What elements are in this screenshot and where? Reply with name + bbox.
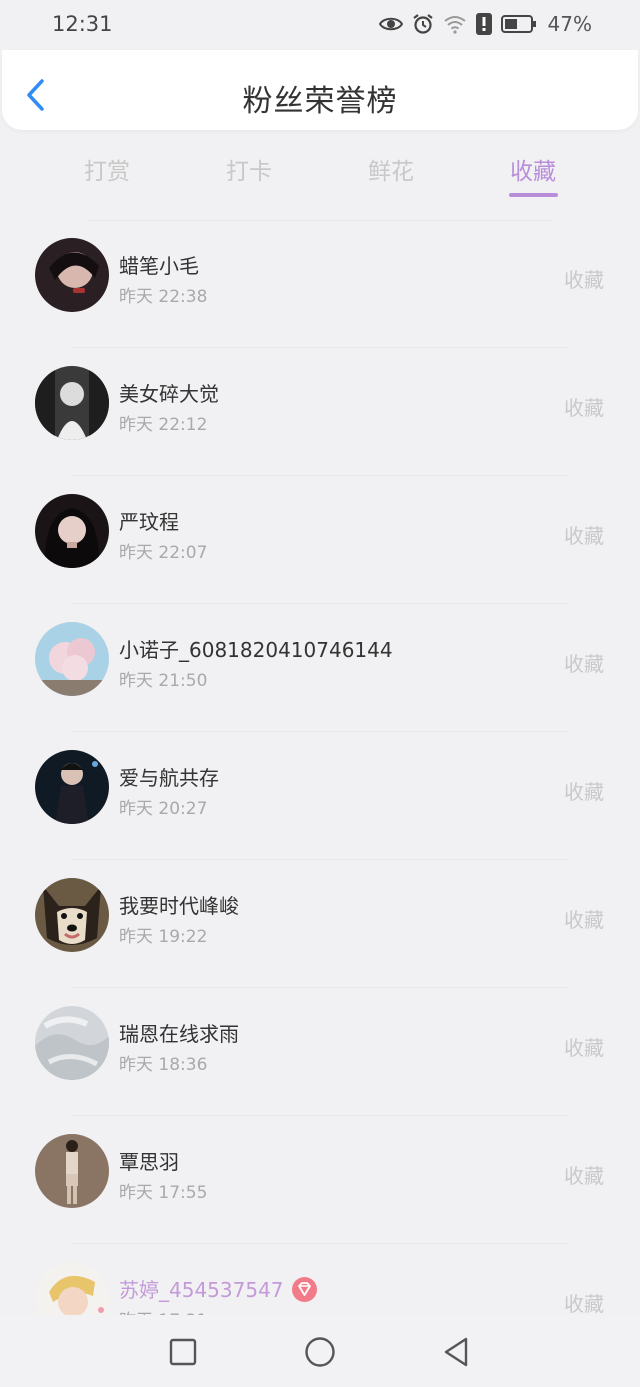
list-item[interactable]: 苏婷_454537547 昨天 17:31 收藏 bbox=[0, 1244, 640, 1315]
list-item[interactable]: 爱与航共存 昨天 20:27 收藏 bbox=[0, 732, 640, 860]
list-item[interactable]: 蜡笔小毛 昨天 22:38 收藏 bbox=[0, 220, 640, 348]
fan-name: 苏婷_454537547 bbox=[119, 1278, 284, 1302]
alert-icon bbox=[475, 13, 492, 35]
fan-name: 我要时代峰峻 bbox=[119, 894, 239, 918]
favorite-label: 收藏 bbox=[564, 1292, 604, 1315]
fan-name: 严玟程 bbox=[119, 510, 179, 534]
list-item[interactable]: 覃思羽 昨天 17:55 收藏 bbox=[0, 1116, 640, 1244]
navigation-bar bbox=[0, 1315, 640, 1387]
fan-list: 蜡笔小毛 昨天 22:38 收藏 美女碎大觉 昨天 22:12 收藏 严玟程 昨… bbox=[0, 220, 640, 1315]
avatar[interactable] bbox=[35, 494, 109, 568]
list-item[interactable]: 小诺子_6081820410746144 昨天 21:50 收藏 bbox=[0, 604, 640, 732]
fan-name: 爱与航共存 bbox=[119, 766, 219, 790]
fan-name: 美女碎大觉 bbox=[119, 382, 219, 406]
favorite-label: 收藏 bbox=[564, 652, 604, 676]
avatar[interactable] bbox=[35, 1006, 109, 1080]
avatar[interactable] bbox=[35, 878, 109, 952]
recent-apps-square-icon[interactable] bbox=[166, 1335, 200, 1369]
fan-name: 小诺子_6081820410746144 bbox=[119, 638, 393, 662]
tab-favorites[interactable]: 收藏 bbox=[473, 152, 593, 186]
favorite-label: 收藏 bbox=[564, 908, 604, 932]
avatar[interactable] bbox=[35, 1134, 109, 1208]
avatar[interactable] bbox=[35, 750, 109, 824]
fan-time: 昨天 21:50 bbox=[119, 671, 208, 691]
fan-time: 昨天 20:27 bbox=[119, 799, 208, 819]
tab-flowers[interactable]: 鲜花 bbox=[331, 152, 451, 186]
favorite-label: 收藏 bbox=[564, 780, 604, 804]
page-title: 粉丝荣誉榜 bbox=[242, 84, 398, 119]
tab-bar: 打赏 打卡 鲜花 收藏 bbox=[0, 140, 640, 221]
active-tab-indicator bbox=[509, 193, 558, 197]
favorite-label: 收藏 bbox=[564, 1164, 604, 1188]
fan-name: 瑞恩在线求雨 bbox=[119, 1022, 239, 1046]
list-item[interactable]: 严玟程 昨天 22:07 收藏 bbox=[0, 476, 640, 604]
fan-name-vip: 苏婷_454537547 bbox=[119, 1274, 317, 1304]
list-item[interactable]: 美女碎大觉 昨天 22:12 收藏 bbox=[0, 348, 640, 476]
battery-percent: 47% bbox=[547, 12, 592, 36]
favorite-label: 收藏 bbox=[564, 524, 604, 548]
tab-reward[interactable]: 打赏 bbox=[47, 152, 167, 186]
favorite-label: 收藏 bbox=[564, 1036, 604, 1060]
tab-checkin[interactable]: 打卡 bbox=[189, 152, 309, 186]
alarm-icon bbox=[412, 13, 434, 35]
favorite-label: 收藏 bbox=[564, 396, 604, 420]
list-item[interactable]: 瑞恩在线求雨 昨天 18:36 收藏 bbox=[0, 988, 640, 1116]
fan-time: 昨天 22:07 bbox=[119, 543, 208, 563]
battery-icon bbox=[500, 14, 537, 34]
fan-name: 覃思羽 bbox=[119, 1150, 179, 1174]
fan-time: 昨天 17:55 bbox=[119, 1183, 208, 1203]
app-header: 粉丝荣誉榜 bbox=[2, 50, 638, 130]
avatar[interactable] bbox=[35, 622, 109, 696]
status-icons: 47% bbox=[378, 12, 592, 36]
fan-time: 昨天 19:22 bbox=[119, 927, 208, 947]
fan-time: 昨天 22:38 bbox=[119, 287, 208, 307]
wifi-icon bbox=[443, 14, 467, 34]
avatar[interactable] bbox=[35, 366, 109, 440]
favorite-label: 收藏 bbox=[564, 268, 604, 292]
fan-name: 蜡笔小毛 bbox=[119, 254, 199, 278]
fan-time: 昨天 18:36 bbox=[119, 1055, 208, 1075]
fan-time: 昨天 17:31 bbox=[119, 1306, 207, 1315]
status-time: 12:31 bbox=[52, 12, 113, 36]
back-triangle-icon[interactable] bbox=[440, 1335, 474, 1369]
status-bar: 12:31 47% bbox=[0, 0, 640, 50]
eye-icon bbox=[378, 15, 403, 33]
avatar[interactable] bbox=[35, 238, 109, 312]
list-item[interactable]: 我要时代峰峻 昨天 19:22 收藏 bbox=[0, 860, 640, 988]
fan-time: 昨天 22:12 bbox=[119, 415, 208, 435]
avatar[interactable] bbox=[35, 1262, 109, 1315]
home-circle-icon[interactable] bbox=[303, 1335, 337, 1369]
vip-diamond-icon bbox=[291, 1277, 317, 1302]
